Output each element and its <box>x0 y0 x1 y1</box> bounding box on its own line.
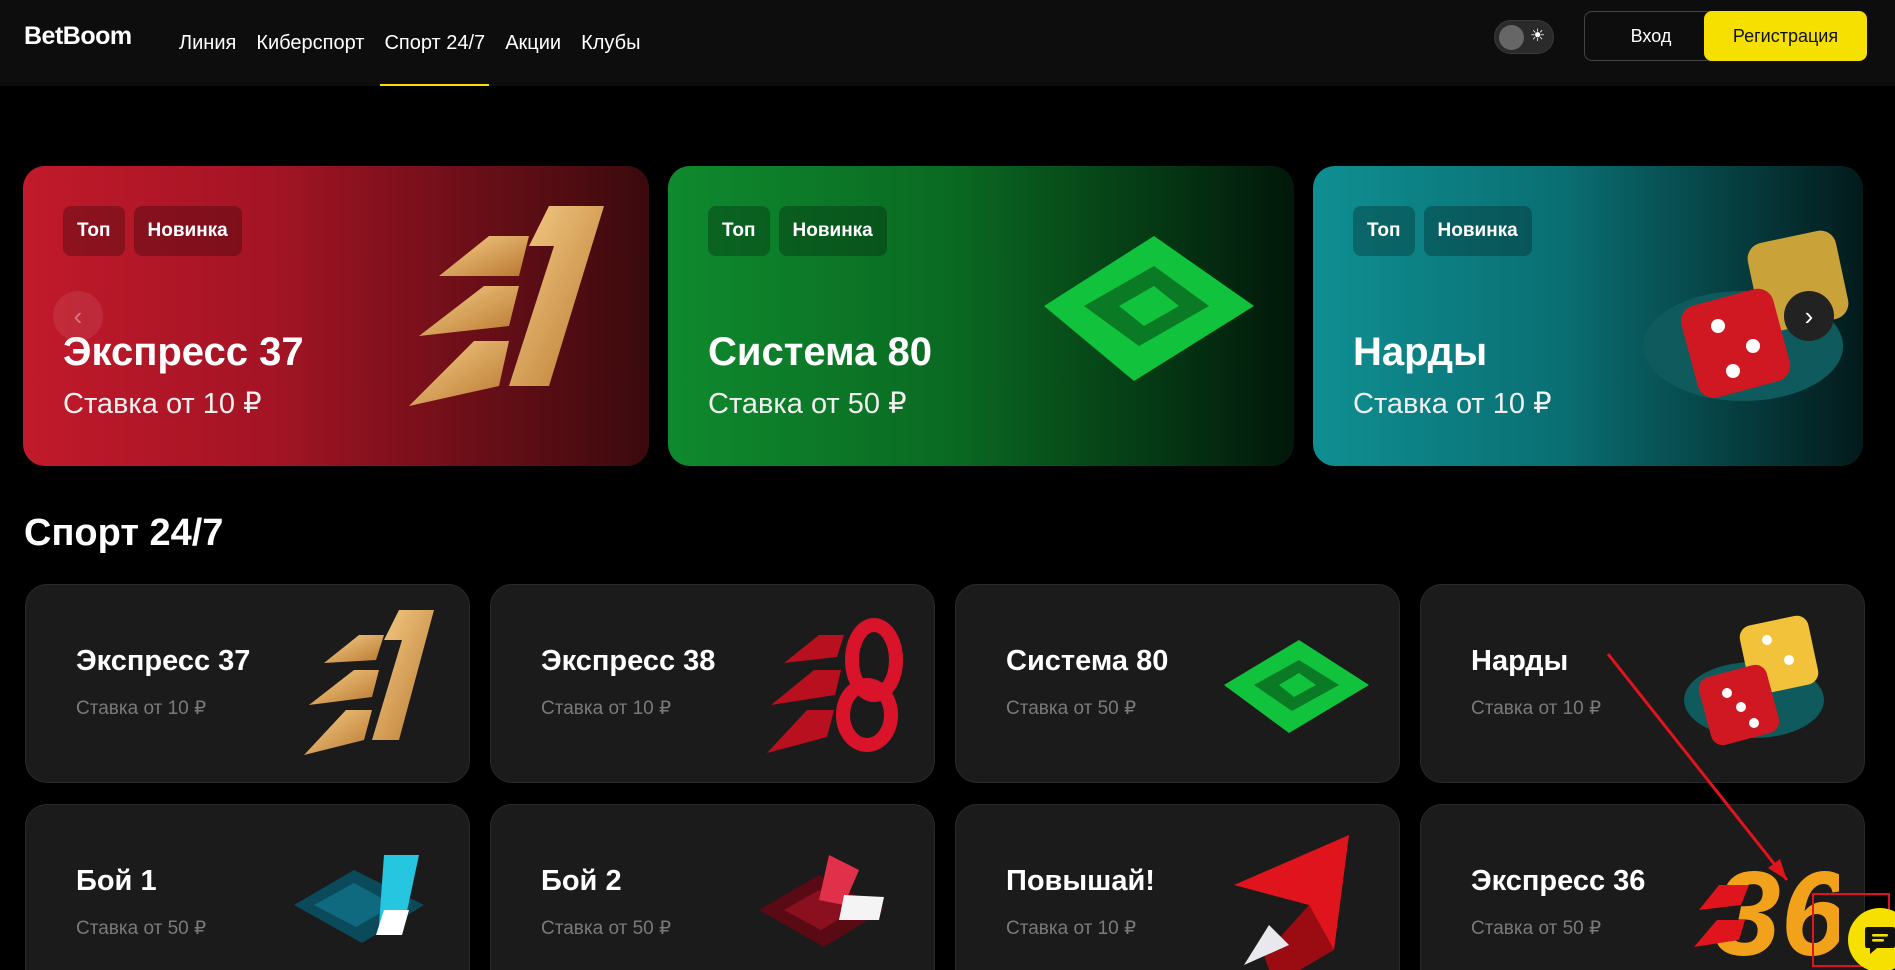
game-card-boy-1[interactable]: Бой 1 Ставка от 50 ₽ <box>25 804 470 970</box>
express-38-icon <box>767 618 903 753</box>
banner-tags: Топ Новинка <box>1353 206 1532 256</box>
carousel-prev-button[interactable]: ‹ <box>53 291 103 341</box>
nav-item-line[interactable]: Линия <box>169 0 246 86</box>
system-80-icon <box>1224 640 1369 733</box>
card-title: Нарды <box>1471 645 1569 677</box>
card-subtitle: Ставка от 50 ₽ <box>76 918 207 939</box>
banner-tags: Топ Новинка <box>708 206 887 256</box>
banner-title: Система 80 <box>708 330 932 374</box>
nav-item-promotions[interactable]: Акции <box>495 0 571 86</box>
game-card-express-36[interactable]: Экспресс 36 Ставка от 50 ₽ 36 <box>1420 804 1865 970</box>
logo[interactable]: BetBoom <box>24 22 132 51</box>
card-title: Экспресс 36 <box>1471 865 1646 897</box>
card-subtitle: Ставка от 10 ₽ <box>541 698 672 719</box>
banner-nardy[interactable]: Топ Новинка Нарды Ставка от 10 ₽ <box>1313 166 1863 466</box>
chat-icon <box>1865 927 1895 954</box>
tag-top: Топ <box>63 206 125 256</box>
nav-item-clubs[interactable]: Клубы <box>571 0 650 86</box>
card-subtitle: Ставка от 50 ₽ <box>1006 698 1137 719</box>
raise-arrow-icon <box>1234 835 1349 970</box>
login-button[interactable]: Вход <box>1584 11 1718 61</box>
section-title: Спорт 24/7 <box>24 512 224 554</box>
tag-top: Топ <box>1353 206 1415 256</box>
system-80-logo-icon <box>1044 236 1254 381</box>
card-title: Повышай! <box>1006 865 1155 897</box>
toggle-knob <box>1499 25 1524 50</box>
banner-express-37[interactable]: Топ Новинка Экспресс 37 Ставка от 10 ₽ <box>23 166 649 466</box>
register-button[interactable]: Регистрация <box>1704 11 1867 61</box>
banner-subtitle: Ставка от 10 ₽ <box>63 388 262 420</box>
card-title: Бой 2 <box>541 865 622 897</box>
game-card-system-80[interactable]: Система 80 Ставка от 50 ₽ <box>955 584 1400 783</box>
card-subtitle: Ставка от 10 ₽ <box>1471 698 1602 719</box>
game-card-boy-2[interactable]: Бой 2 Ставка от 50 ₽ <box>490 804 935 970</box>
card-subtitle: Ставка от 10 ₽ <box>1006 918 1137 939</box>
tag-new: Новинка <box>133 206 242 256</box>
theme-toggle[interactable]: ☀ <box>1494 20 1554 54</box>
fight-1-icon <box>294 855 424 943</box>
game-card-povyshai[interactable]: Повышай! Ставка от 10 ₽ <box>955 804 1400 970</box>
banner-subtitle: Ставка от 50 ₽ <box>708 388 907 420</box>
card-subtitle: Ставка от 50 ₽ <box>1471 918 1602 939</box>
express-37-logo-icon <box>409 206 604 406</box>
carousel-next-button[interactable]: › <box>1784 291 1834 341</box>
card-title: Система 80 <box>1006 645 1169 677</box>
fight-2-icon <box>759 855 884 947</box>
card-title: Бой 1 <box>76 865 157 897</box>
main-nav: Линия Киберспорт Спорт 24/7 Акции Клубы <box>169 0 650 86</box>
tag-new: Новинка <box>1423 206 1532 256</box>
nav-item-esports[interactable]: Киберспорт <box>246 0 374 86</box>
sun-icon: ☀ <box>1530 26 1546 45</box>
card-title: Экспресс 38 <box>541 645 716 677</box>
card-subtitle: Ставка от 50 ₽ <box>541 918 672 939</box>
nav-item-sport-24-7[interactable]: Спорт 24/7 <box>374 0 495 86</box>
game-card-express-38[interactable]: Экспресс 38 Ставка от 10 ₽ <box>490 584 935 783</box>
tag-top: Топ <box>708 206 770 256</box>
express-37-icon <box>304 610 434 755</box>
card-title: Экспресс 37 <box>76 645 251 677</box>
top-header: BetBoom Линия Киберспорт Спорт 24/7 Акци… <box>0 0 1895 86</box>
game-card-nardy[interactable]: Нарды Ставка от 10 ₽ <box>1420 584 1865 783</box>
banner-title: Нарды <box>1353 330 1488 374</box>
game-card-express-37[interactable]: Экспресс 37 Ставка от 10 ₽ <box>25 584 470 783</box>
banner-title: Экспресс 37 <box>63 330 304 374</box>
banner-tags: Топ Новинка <box>63 206 242 256</box>
banner-system-80[interactable]: Топ Новинка Система 80 Ставка от 50 ₽ <box>668 166 1294 466</box>
tag-new: Новинка <box>778 206 887 256</box>
dice-icon <box>1684 615 1824 746</box>
banner-subtitle: Ставка от 10 ₽ <box>1353 388 1552 420</box>
card-subtitle: Ставка от 10 ₽ <box>76 698 207 719</box>
